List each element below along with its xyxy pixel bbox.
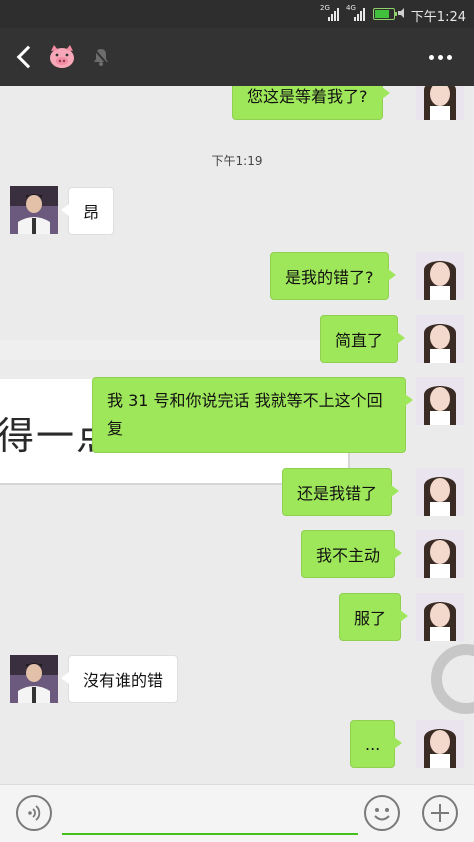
girl-avatar-icon	[416, 377, 464, 425]
message-bubble-received[interactable]: 沒有谁的错	[60, 655, 179, 703]
avatar-her[interactable]	[416, 377, 464, 425]
chat-input-bar	[0, 784, 474, 842]
silent-mode-icon	[397, 7, 408, 22]
avatar-her[interactable]	[416, 252, 464, 300]
message-bubble-sent[interactable]: 您这是等着我了?	[232, 86, 389, 120]
avatar-her[interactable]	[416, 530, 464, 578]
avatar-her[interactable]	[416, 468, 464, 516]
message-bubble-sent[interactable]: 还是我错了	[282, 468, 400, 516]
girl-avatar-icon	[416, 530, 464, 578]
girl-avatar-icon	[416, 86, 464, 120]
pig-face-emoji-icon	[50, 45, 74, 68]
more-dots-icon[interactable]	[420, 46, 460, 68]
message-timestamp: 下午1:19	[211, 154, 263, 168]
signal-icon-2	[354, 7, 365, 21]
avatar-her[interactable]	[416, 593, 464, 641]
message-bubble-sent[interactable]: 服了	[339, 593, 409, 641]
message-bubble-sent[interactable]: ...	[350, 720, 403, 768]
message-bubble-sent[interactable]: 我 31 号和你说完话 我就等不上这个回复	[92, 377, 413, 453]
bell-off-icon	[93, 48, 109, 66]
message-bubble-sent[interactable]: 简直了	[320, 315, 406, 363]
message-bubble-sent[interactable]: 是我的错了?	[270, 252, 395, 300]
avatar-her[interactable]	[416, 315, 464, 363]
status-clock: 下午1:24	[410, 10, 466, 25]
avatar-him[interactable]	[10, 186, 58, 234]
chat-header	[0, 28, 474, 86]
plus-icon[interactable]	[422, 795, 458, 831]
girl-avatar-icon	[416, 252, 464, 300]
overlay-strip	[0, 340, 340, 360]
avatar-her[interactable]	[416, 86, 464, 120]
signal-icon	[328, 7, 339, 21]
message-bubble-received[interactable]: 昂	[60, 187, 115, 235]
back-arrow-icon[interactable]	[14, 44, 38, 70]
battery-icon	[373, 8, 397, 20]
floating-circle	[431, 644, 474, 714]
message-input[interactable]	[62, 795, 358, 835]
avatar-her[interactable]	[416, 720, 464, 768]
girl-avatar-icon	[416, 315, 464, 363]
avatar-him[interactable]	[10, 655, 58, 703]
girl-avatar-icon	[416, 468, 464, 516]
voice-icon[interactable]	[16, 795, 52, 831]
chat-message-list[interactable]: 得一点 您这是等着我了? 下午1:19 昂 是我的错了? 简直了 我 31 号和…	[0, 86, 474, 784]
girl-avatar-icon	[416, 593, 464, 641]
girl-avatar-icon	[416, 720, 464, 768]
smiley-icon[interactable]	[364, 795, 400, 831]
message-bubble-sent[interactable]: 我不主动	[301, 530, 403, 578]
boy-avatar-icon	[10, 655, 58, 703]
boy-avatar-icon	[10, 186, 58, 234]
status-bar: 2G 4G 下午1:24	[0, 0, 474, 28]
